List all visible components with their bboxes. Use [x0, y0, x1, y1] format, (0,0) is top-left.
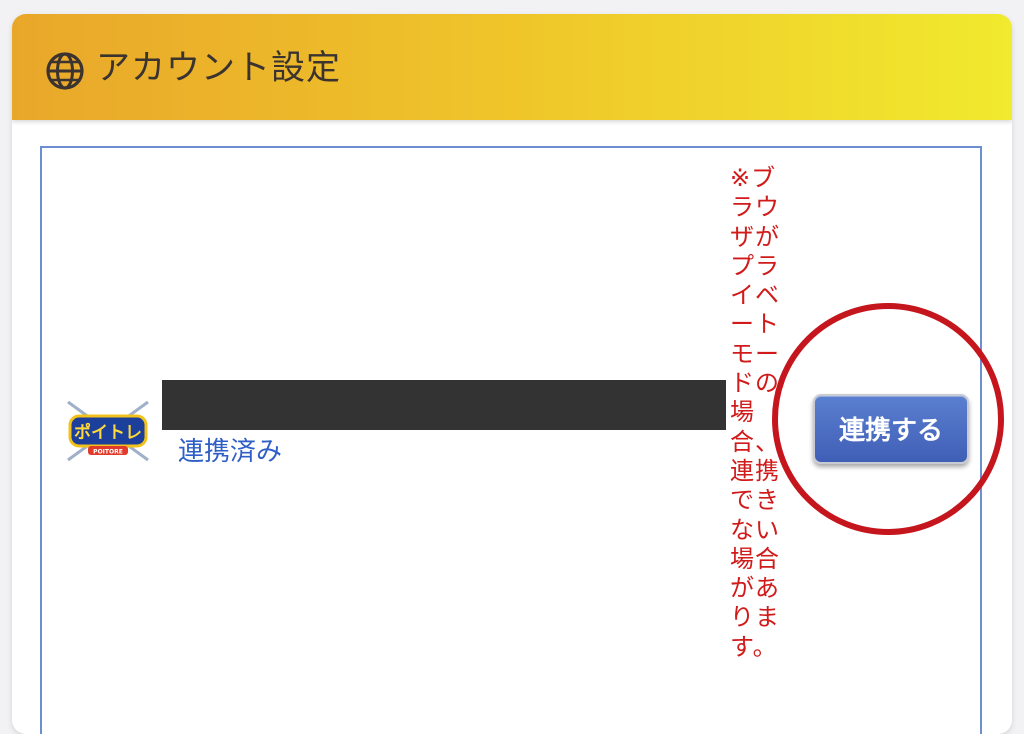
card-header: アカウント設定: [12, 14, 1012, 120]
logo-text: ポイトレ: [74, 422, 142, 443]
link-status-text: 連携済み: [178, 437, 283, 467]
logo-subtext: POITORE: [93, 449, 123, 456]
redacted-account-name: [162, 380, 726, 430]
page-title: アカウント設定: [96, 48, 341, 88]
highlight-circle-annotation: [772, 303, 1004, 535]
poitore-logo: ポイトレ POITORE: [60, 398, 156, 464]
globe-icon: [45, 51, 85, 91]
